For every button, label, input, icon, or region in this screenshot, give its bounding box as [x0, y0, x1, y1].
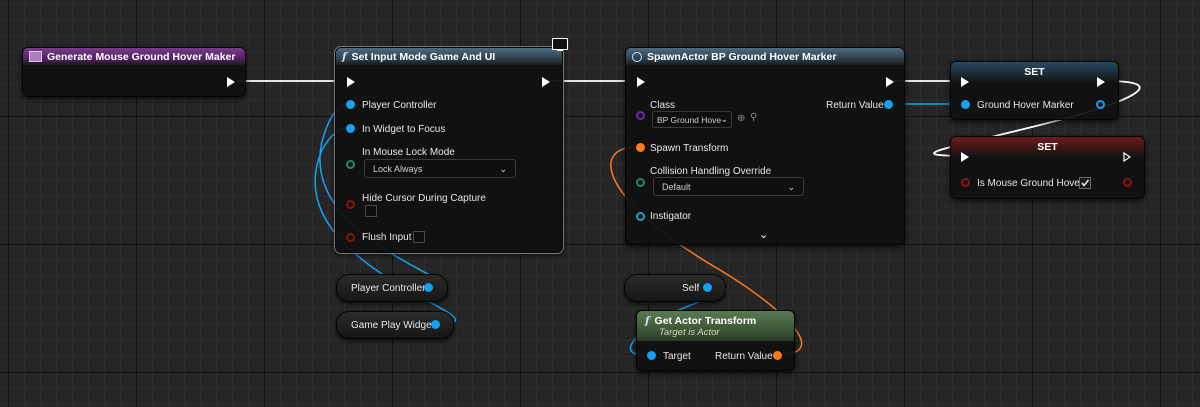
ground-hover-marker-pin[interactable] [961, 100, 970, 109]
player-controller-label: Player Controller [362, 100, 437, 111]
instigator-pin[interactable] [636, 212, 645, 221]
set-input-mode-node[interactable]: f Set Input Mode Game And UI Player Cont… [334, 46, 564, 254]
hide-cursor-pin[interactable] [346, 200, 355, 209]
mouse-lock-mode-value: Lock Always [373, 163, 423, 174]
exec-out-pin[interactable] [227, 77, 235, 87]
class-dropdown[interactable]: BP Ground Hove ⌄ [652, 111, 732, 128]
function-icon: f [342, 50, 347, 63]
player-controller-variable-label: Player Controller [351, 283, 426, 294]
chevron-down-icon: ⌄ [499, 164, 507, 174]
exec-out-pin[interactable] [1123, 152, 1131, 162]
exec-in-pin[interactable] [961, 77, 969, 87]
is-mouse-ground-hover-checkbox[interactable] [1079, 177, 1091, 189]
class-label: Class [650, 100, 676, 111]
event-icon [29, 51, 42, 62]
monitor-icon [552, 38, 568, 51]
event-title: Generate Mouse Ground Hover Maker [47, 50, 236, 63]
is-mouse-ground-hover-out-pin[interactable] [1123, 178, 1132, 187]
get-actor-transform-header[interactable]: f Get Actor Transform Target is Actor [637, 311, 794, 341]
exec-out-pin[interactable] [886, 77, 894, 87]
set-marker-title: SET [1024, 66, 1045, 78]
hide-cursor-label: Hide Cursor During Capture [362, 193, 486, 204]
collision-override-pin[interactable] [636, 178, 645, 187]
set-input-mode-header[interactable]: f Set Input Mode Game And UI [336, 48, 562, 65]
game-play-widget-variable[interactable]: Game Play Widget [336, 311, 454, 339]
in-widget-to-focus-label: In Widget to Focus [362, 124, 446, 135]
is-mouse-ground-hover-label: Is Mouse Ground Hover [977, 178, 1084, 189]
return-value-pin[interactable] [773, 351, 782, 360]
chevron-down-icon: ⌄ [720, 114, 728, 124]
exec-out-pin[interactable] [1097, 77, 1105, 87]
get-actor-transform-node[interactable]: f Get Actor Transform Target is Actor Ta… [636, 310, 795, 371]
set-input-mode-title: Set Input Mode Game And UI [351, 50, 496, 63]
flush-input-label: Flush Input [362, 232, 412, 243]
player-controller-variable[interactable]: Player Controller [336, 274, 448, 302]
target-pin[interactable] [647, 351, 656, 360]
return-value-label: Return Value [826, 100, 884, 111]
get-actor-transform-title: Get Actor Transform [654, 314, 757, 327]
class-pin[interactable] [636, 111, 645, 120]
search-icon[interactable]: ⚲ [750, 112, 757, 123]
self-variable-pin[interactable] [703, 283, 712, 292]
spawn-transform-pin[interactable] [636, 143, 645, 152]
flush-input-checkbox[interactable] [413, 231, 425, 243]
exec-in-pin[interactable] [961, 152, 969, 162]
return-value-pin[interactable] [884, 100, 893, 109]
hide-cursor-checkbox[interactable] [365, 205, 377, 217]
self-variable-label: Self [682, 283, 700, 294]
ground-hover-marker-out-pin[interactable] [1096, 100, 1105, 109]
instigator-label: Instigator [650, 211, 692, 222]
mouse-lock-mode-pin[interactable] [346, 160, 355, 169]
player-controller-variable-pin[interactable] [424, 283, 433, 292]
target-label: Target [663, 351, 691, 362]
collision-override-label: Collision Handling Override [650, 166, 772, 177]
set-hover-node[interactable]: SET Is Mouse Ground Hover [950, 136, 1145, 199]
set-hover-title: SET [1037, 141, 1058, 153]
set-marker-header[interactable]: SET [951, 62, 1118, 82]
is-mouse-ground-hover-pin[interactable] [961, 178, 970, 187]
expand-arrow-icon[interactable]: ⌄ [759, 228, 768, 241]
event-node[interactable]: Generate Mouse Ground Hover Maker [22, 47, 246, 97]
game-play-widget-variable-label: Game Play Widget [351, 320, 435, 331]
exec-in-pin[interactable] [347, 77, 355, 87]
checkmark-icon [1081, 179, 1090, 187]
class-value: BP Ground Hove [657, 114, 722, 125]
spawn-actor-node[interactable]: SpawnActor BP Ground Hover Marker Class … [625, 47, 905, 245]
clear-icon[interactable]: ⊕ [737, 113, 745, 124]
function-icon: f [645, 314, 650, 327]
exec-in-pin[interactable] [637, 77, 645, 87]
spawn-actor-header[interactable]: SpawnActor BP Ground Hover Marker [626, 48, 904, 65]
mouse-lock-mode-label: In Mouse Lock Mode [362, 147, 455, 158]
get-actor-transform-subtitle: Target is Actor [659, 326, 720, 338]
spawn-actor-title: SpawnActor BP Ground Hover Marker [647, 50, 837, 63]
chevron-down-icon: ⌄ [787, 182, 795, 192]
player-controller-pin[interactable] [346, 100, 355, 109]
set-marker-node[interactable]: SET Ground Hover Marker [950, 61, 1119, 120]
spawn-icon [632, 51, 642, 62]
set-hover-header[interactable]: SET [951, 137, 1144, 157]
in-widget-to-focus-pin[interactable] [346, 124, 355, 133]
game-play-widget-variable-pin[interactable] [431, 320, 440, 329]
exec-out-pin[interactable] [542, 77, 550, 87]
spawn-transform-label: Spawn Transform [650, 143, 729, 154]
collision-value: Default [662, 181, 691, 192]
mouse-lock-mode-dropdown[interactable]: Lock Always ⌄ [364, 159, 516, 178]
collision-override-dropdown[interactable]: Default ⌄ [653, 177, 804, 196]
return-value-label: Return Value [715, 351, 773, 362]
event-node-header[interactable]: Generate Mouse Ground Hover Maker [23, 48, 245, 65]
flush-input-pin[interactable] [346, 233, 355, 242]
ground-hover-marker-label: Ground Hover Marker [977, 100, 1074, 111]
self-variable[interactable]: Self [624, 274, 726, 302]
